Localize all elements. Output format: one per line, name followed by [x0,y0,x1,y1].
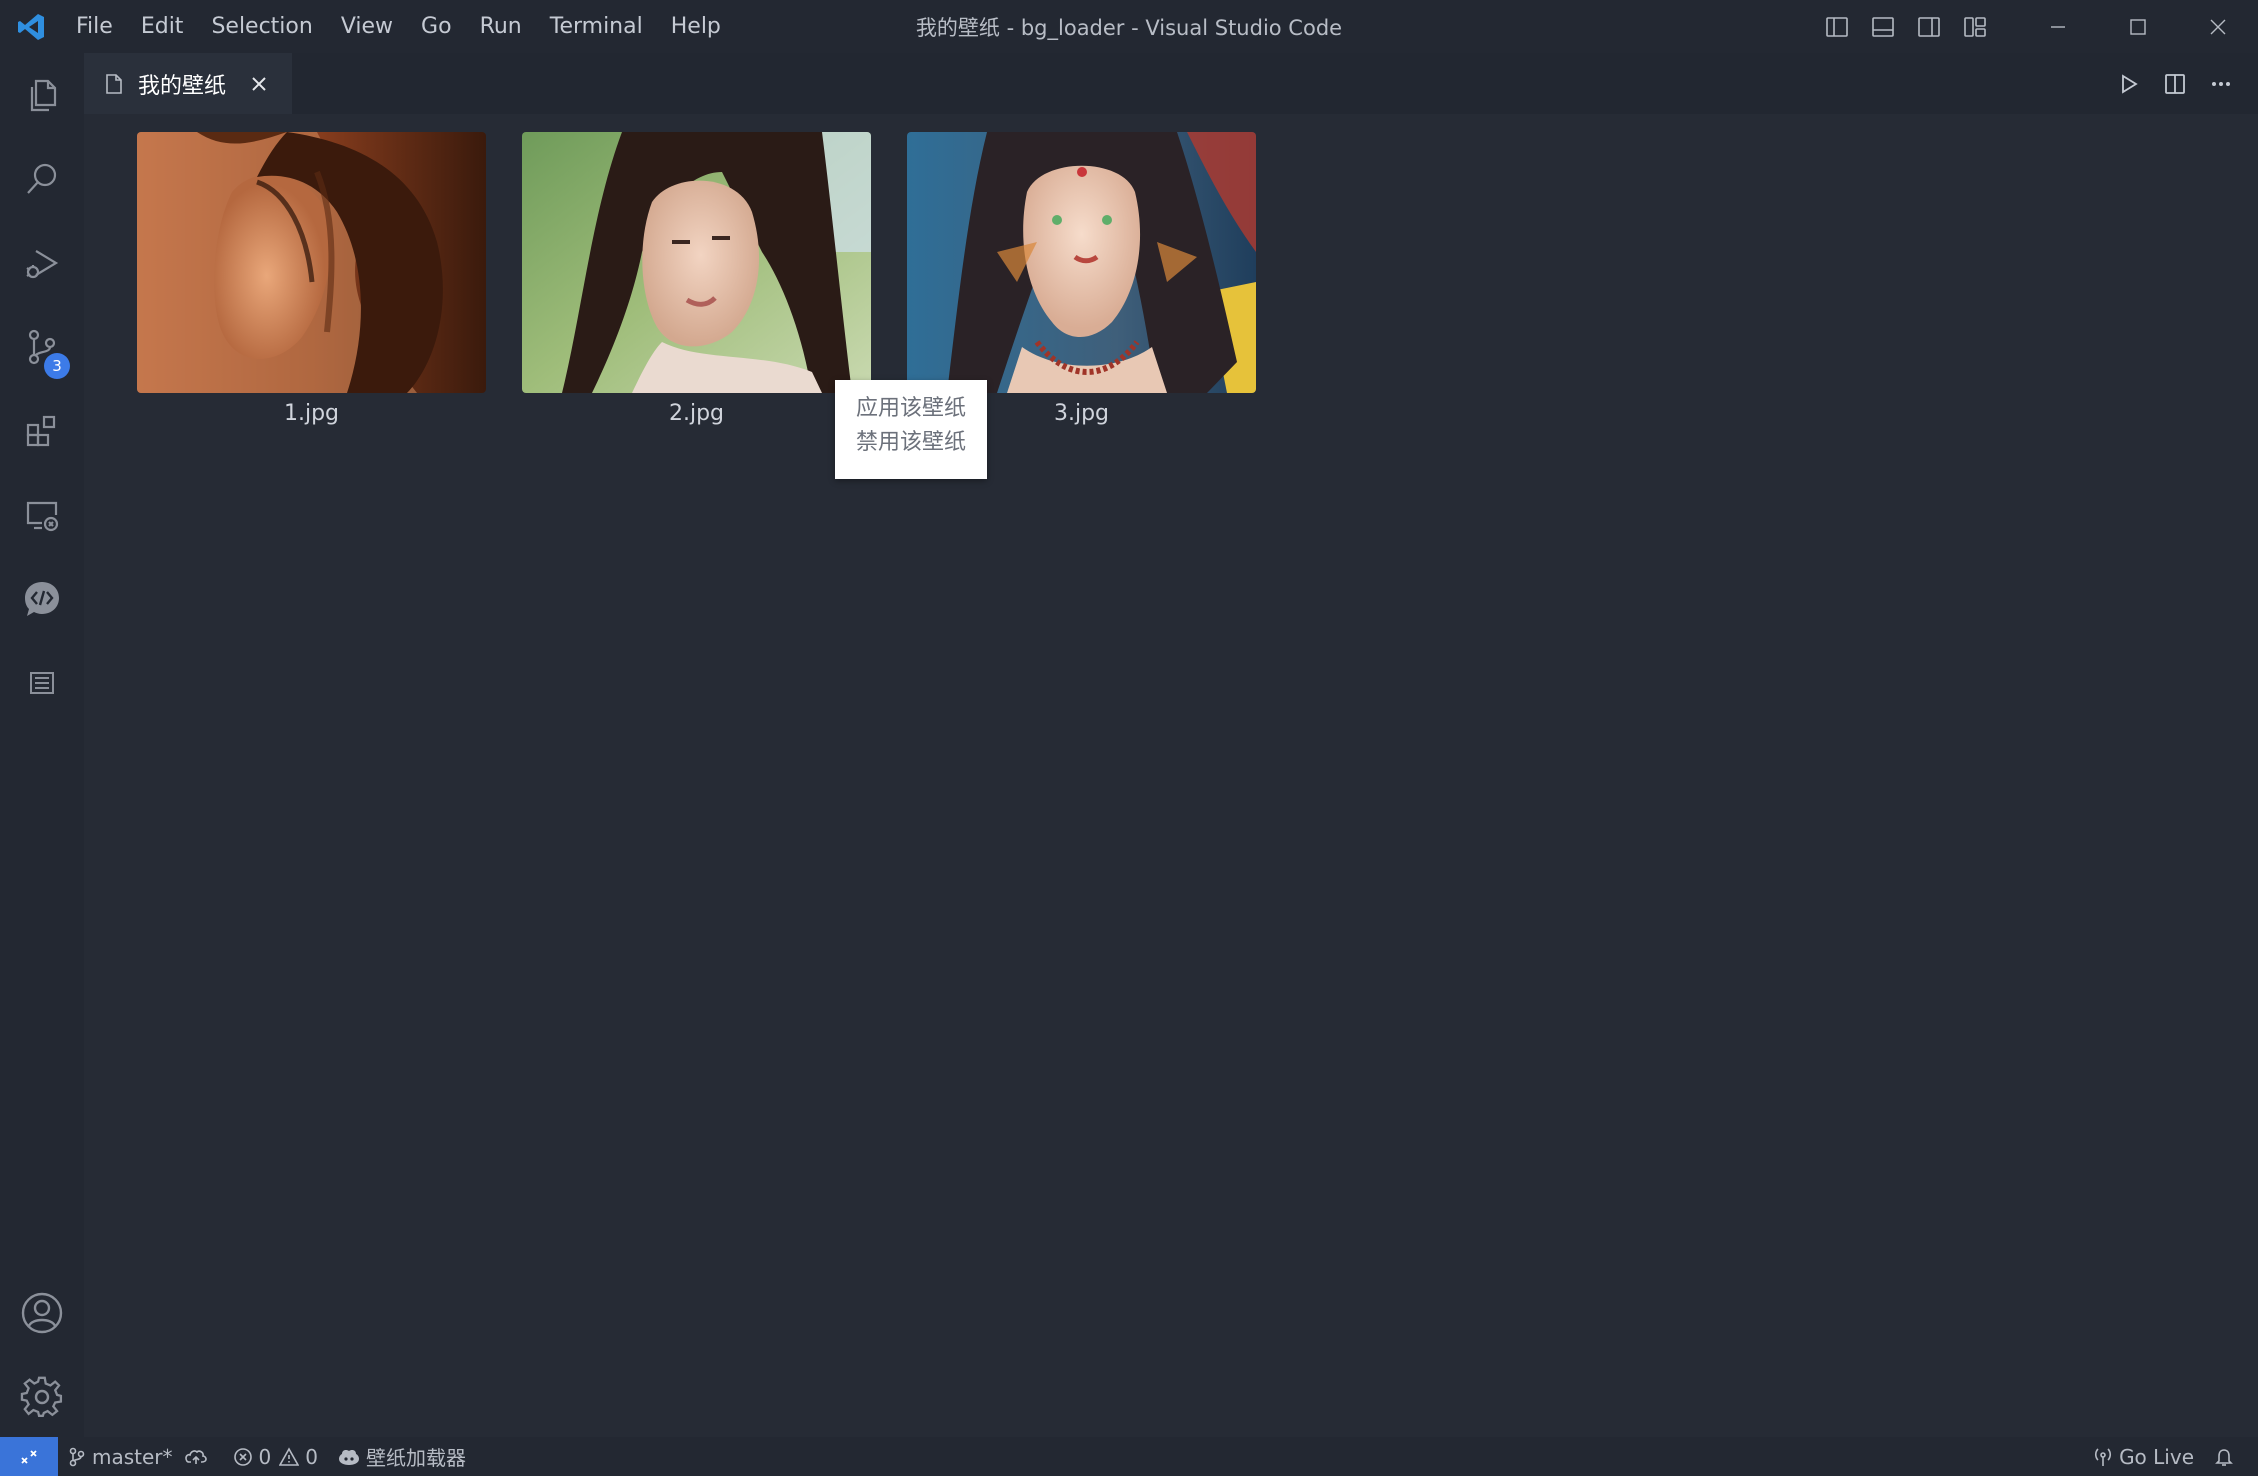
more-actions-icon[interactable] [2198,53,2244,114]
explorer-icon[interactable] [0,53,84,137]
error-icon [233,1447,252,1466]
menu-view[interactable]: View [327,0,407,53]
editor-actions [2106,53,2244,114]
warning-count: 0 [305,1444,318,1469]
wallpaper-thumbnail[interactable] [137,132,486,393]
menu-go[interactable]: Go [407,0,466,53]
wallpaper-loader-status[interactable]: 壁纸加载器 [328,1437,476,1476]
settings-gear-icon[interactable] [0,1355,84,1439]
activity-bar: 3 [0,53,84,1437]
remote-explorer-icon[interactable] [0,473,84,557]
vscode-logo-icon [0,0,62,53]
tab-wallpapers[interactable]: 我的壁纸 [84,53,292,114]
problems-status[interactable]: 0 0 [223,1437,328,1476]
code-chat-icon[interactable] [0,557,84,641]
file-icon [104,73,124,95]
wallpaper-gallery: 1.jpg 2.jpg 3.jpg 应用该壁纸 禁用该壁纸 [84,114,2258,1437]
extension-label: 壁纸加载器 [366,1446,466,1470]
go-live-button[interactable]: Go Live [2083,1437,2204,1476]
toggle-secondary-sidebar-icon[interactable] [1906,0,1952,53]
source-control-icon[interactable]: 3 [0,305,84,389]
wallpaper-thumbnail[interactable] [907,132,1256,393]
wallpaper-caption: 2.jpg [668,401,725,426]
search-icon[interactable] [0,137,84,221]
editor-tab-bar: 我的壁纸 [84,53,2258,114]
copilot-icon [339,1449,359,1465]
wallpaper-card[interactable]: 2.jpg [522,132,871,426]
toggle-panel-icon[interactable] [1860,0,1906,53]
menu-edit[interactable]: Edit [127,0,198,53]
title-controls [1814,0,2258,53]
disable-wallpaper-menu-item[interactable]: 禁用该壁纸 [835,426,987,460]
extensions-icon[interactable] [0,389,84,473]
maximize-icon[interactable] [2098,0,2178,53]
broadcast-icon [2095,1447,2112,1466]
menu-file[interactable]: File [62,0,127,53]
warning-icon [279,1446,300,1466]
branch-name: master* [92,1444,173,1469]
menu-selection[interactable]: Selection [197,0,326,53]
menu-help[interactable]: Help [657,0,735,53]
source-control-badge: 3 [44,353,70,379]
remote-indicator-icon[interactable] [0,1437,58,1476]
wallpaper-context-menu: 应用该壁纸 禁用该壁纸 [835,380,987,479]
close-tab-icon[interactable] [250,75,268,93]
menu-terminal[interactable]: Terminal [536,0,657,53]
notifications-bell-icon[interactable] [2204,1437,2258,1476]
branch-status[interactable]: master* [58,1437,223,1476]
error-count: 0 [258,1444,272,1469]
list-view-icon[interactable] [0,641,84,725]
wallpaper-card[interactable]: 1.jpg [137,132,486,426]
customize-layout-icon[interactable] [1952,0,1998,53]
title-bar: File Edit Selection View Go Run Terminal… [0,0,2258,53]
run-icon[interactable] [2106,53,2152,114]
wallpaper-caption: 1.jpg [283,401,340,426]
status-bar: master* 0 0 壁纸加载器 Go Live [0,1437,2258,1476]
close-window-icon[interactable] [2178,0,2258,53]
run-debug-icon[interactable] [0,221,84,305]
wallpaper-thumbnail[interactable] [522,132,871,393]
go-live-label: Go Live [2119,1444,2194,1469]
menu-bar: File Edit Selection View Go Run Terminal… [62,0,735,53]
split-editor-icon[interactable] [2152,53,2198,114]
toggle-primary-sidebar-icon[interactable] [1814,0,1860,53]
menu-run[interactable]: Run [466,0,536,53]
account-icon[interactable] [0,1271,84,1355]
sync-cloud-icon[interactable] [184,1447,207,1467]
status-bar-right: Go Live [2083,1437,2258,1476]
minimize-icon[interactable] [2018,0,2098,53]
apply-wallpaper-menu-item[interactable]: 应用该壁纸 [835,392,987,426]
tab-label: 我的壁纸 [138,73,227,99]
